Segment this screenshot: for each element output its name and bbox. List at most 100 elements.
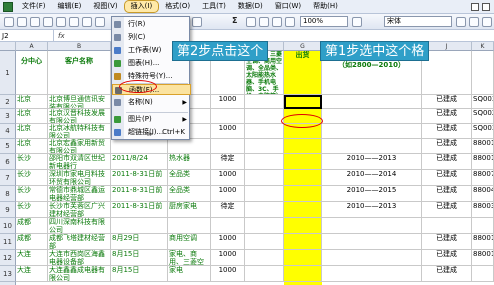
menu-help[interactable]: 帮助(H) xyxy=(307,0,344,13)
cell-code[interactable]: 88001 xyxy=(472,234,494,250)
header-cell-shipment[interactable]: 出货 xyxy=(284,51,322,95)
cell-shipment[interactable] xyxy=(284,266,322,282)
row-header[interactable]: 9 xyxy=(0,202,16,218)
cell-amount[interactable] xyxy=(211,109,245,124)
cell-shipment[interactable] xyxy=(284,234,322,250)
header-cell-k[interactable] xyxy=(472,51,494,95)
row-header[interactable]: 2 xyxy=(0,95,16,109)
cell-period[interactable]: 2010——2013 xyxy=(322,154,422,170)
insert-menu-item-symbol[interactable]: 特殊符号(Y)... xyxy=(112,71,191,82)
cell-category[interactable]: 全品类 xyxy=(168,186,211,202)
cell-category[interactable] xyxy=(168,218,211,234)
insert-menu-item-name[interactable]: 名称(N) ▶ xyxy=(112,97,191,108)
cell-shipment[interactable] xyxy=(284,202,322,218)
cell-category[interactable]: 厨房家电 xyxy=(168,202,211,218)
cell-shipment[interactable] xyxy=(284,170,322,186)
cell-status[interactable]: 已建成 xyxy=(422,266,472,282)
row-header[interactable]: 12 xyxy=(0,250,16,266)
cell-shipment[interactable] xyxy=(284,186,322,202)
active-selected-cell[interactable] xyxy=(284,95,322,109)
cell-f[interactable] xyxy=(245,139,284,154)
cell-customer[interactable]: 邵阳市双清区世纪新电器行 xyxy=(48,154,111,170)
research-icon[interactable] xyxy=(95,17,105,27)
header-cell-branch[interactable]: 分中心 xyxy=(16,51,48,95)
cell-period[interactable] xyxy=(322,139,422,154)
cell-f[interactable] xyxy=(245,250,284,266)
sort-descending-icon[interactable] xyxy=(259,17,269,27)
name-box[interactable]: J2 xyxy=(0,30,54,42)
cell-code[interactable]: 88001 xyxy=(472,250,494,266)
hyperlink-toolbar-icon[interactable] xyxy=(192,17,202,27)
insert-menu-item-hyperlink[interactable]: 超链接(I)... Ctrl+K xyxy=(112,127,191,138)
minimize-icon[interactable] xyxy=(471,2,479,11)
cell-period[interactable]: 2010——2014 xyxy=(322,170,422,186)
cell-amount[interactable]: 1000 xyxy=(211,95,245,109)
sort-ascending-icon[interactable] xyxy=(246,17,256,27)
fx-icon[interactable]: fx xyxy=(58,30,65,42)
cell-branch[interactable]: 长沙 xyxy=(16,186,48,202)
cell-code[interactable]: SQ002 xyxy=(472,109,494,124)
row-header[interactable]: 7 xyxy=(0,170,16,186)
cell-period[interactable]: 2010——2013 xyxy=(322,202,422,218)
menu-view[interactable]: 视图(V) xyxy=(87,0,123,13)
cell-period[interactable]: 2010——2015 xyxy=(322,186,422,202)
cell-code[interactable]: 88001 xyxy=(472,139,494,154)
spelling-icon[interactable] xyxy=(82,17,92,27)
italic-icon[interactable] xyxy=(482,17,492,27)
cell-status[interactable] xyxy=(422,218,472,234)
cell-f[interactable] xyxy=(245,95,284,109)
cell-shipment[interactable] xyxy=(284,218,322,234)
cell-customer[interactable]: 深圳市家电月料技环贸有限公司 xyxy=(48,170,111,186)
cell-period[interactable] xyxy=(322,109,422,124)
cell-code[interactable] xyxy=(472,266,494,282)
font-size-icon[interactable] xyxy=(456,17,466,27)
cell-f[interactable] xyxy=(245,186,284,202)
column-header[interactable]: K xyxy=(472,42,494,51)
row-header[interactable]: 5 xyxy=(0,139,16,154)
cell-period[interactable] xyxy=(322,266,422,282)
cell-amount[interactable] xyxy=(211,218,245,234)
menu-window[interactable]: 窗口(W) xyxy=(269,0,307,13)
cell-customer[interactable]: 大连鑫鑫成电器有限公司 xyxy=(48,266,111,282)
cell-status[interactable]: 已建成 xyxy=(422,95,472,109)
cell-f[interactable] xyxy=(245,154,284,170)
menu-edit[interactable]: 编辑(E) xyxy=(52,0,88,13)
cell-amount[interactable]: 1000 xyxy=(211,124,245,139)
font-select[interactable]: 宋体 xyxy=(384,16,452,27)
insert-menu-item-rows[interactable]: 行(R) xyxy=(112,19,191,30)
cell-branch[interactable]: 北京 xyxy=(16,139,48,154)
cell-status[interactable]: 已建成 xyxy=(422,139,472,154)
cell-date[interactable]: 8月15日 xyxy=(111,266,168,282)
cell-code[interactable]: SQ003 xyxy=(472,95,494,109)
cell-branch[interactable]: 长沙 xyxy=(16,202,48,218)
save-icon[interactable] xyxy=(30,17,40,27)
cell-amount[interactable]: 1000 xyxy=(211,250,245,266)
cell-category[interactable]: 家电、商用、三菱空调 xyxy=(168,250,211,266)
cell-branch[interactable]: 成都 xyxy=(16,218,48,234)
row-header[interactable]: 8 xyxy=(0,186,16,202)
cell-branch[interactable]: 北京 xyxy=(16,95,48,109)
cell-customer[interactable]: 北京宏鑫家用新贸有限公司 xyxy=(48,139,111,154)
cell-code[interactable]: 88004 xyxy=(472,186,494,202)
cell-branch[interactable]: 大连 xyxy=(16,266,48,282)
cell-branch[interactable]: 大连 xyxy=(16,250,48,266)
header-cell-customer[interactable]: 客户名称 xyxy=(48,51,111,95)
cell-category[interactable] xyxy=(168,139,211,154)
cell-status[interactable]: 已建成 xyxy=(422,124,472,139)
cell-customer[interactable]: 大连市西岗区海鑫电器设备部 xyxy=(48,250,111,266)
autosum-icon[interactable]: Σ xyxy=(232,16,237,25)
print-preview-icon[interactable] xyxy=(69,17,79,27)
row-header[interactable]: 3 xyxy=(0,109,16,124)
print-icon[interactable] xyxy=(56,17,66,27)
cell-code[interactable]: SQ003 xyxy=(472,124,494,139)
row-header[interactable]: 11 xyxy=(0,234,16,250)
zoom-select[interactable]: 100% xyxy=(300,16,348,27)
insert-menu-item-picture[interactable]: 图片(P) ▶ xyxy=(112,114,191,125)
cell-code[interactable]: 88007 xyxy=(472,170,494,186)
cell-f[interactable] xyxy=(245,109,284,124)
cell-status[interactable]: 已建成 xyxy=(422,234,472,250)
chart-wizard-icon[interactable] xyxy=(272,17,282,27)
row-header[interactable]: 1 xyxy=(0,51,16,95)
cell-amount[interactable] xyxy=(211,139,245,154)
cell-period[interactable] xyxy=(322,218,422,234)
